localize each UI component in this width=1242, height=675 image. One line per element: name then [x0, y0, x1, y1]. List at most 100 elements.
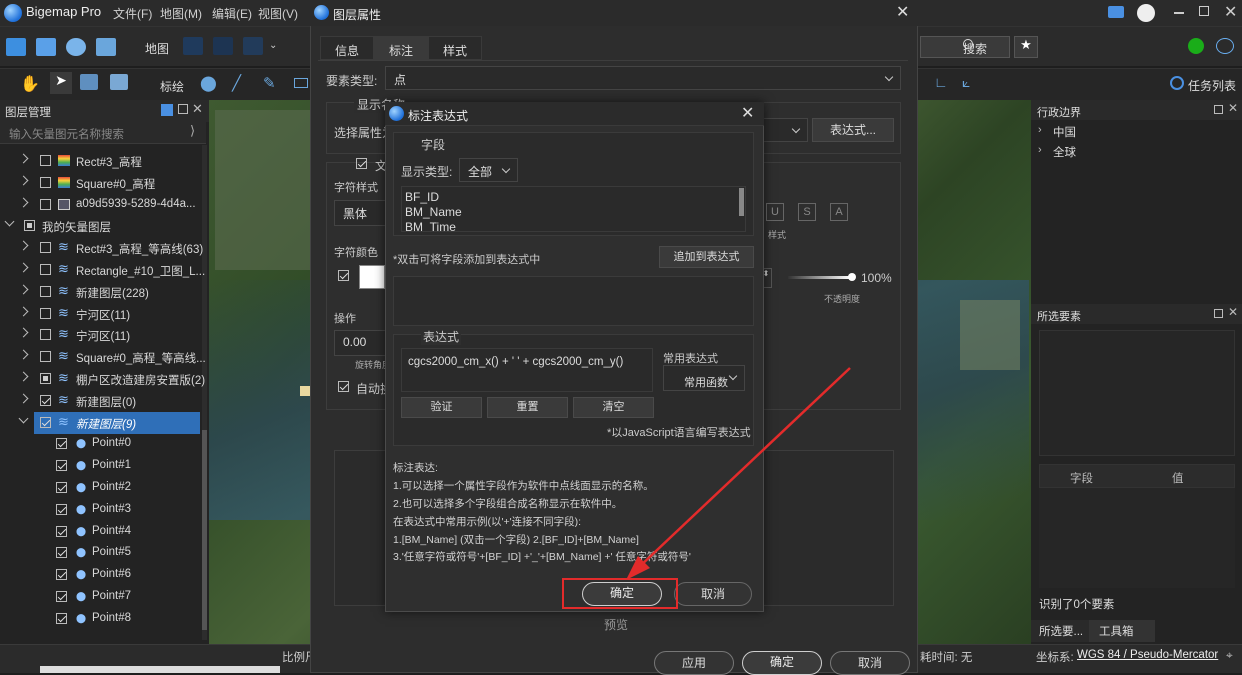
tab-style[interactable]: 样式 [428, 36, 483, 60]
tab-selected-features[interactable]: 所选要... [1031, 620, 1089, 642]
layer-tree-item[interactable]: ≋ 新建图层(9) [18, 412, 200, 434]
menu-view[interactable]: 视图(V) [258, 5, 298, 22]
layer-tree-item[interactable]: ≋ 宁河区(11) [0, 324, 200, 346]
layer-checkbox[interactable] [40, 242, 51, 253]
layer-tree-item[interactable]: ⬤ Point#1 [0, 455, 200, 477]
field-item[interactable]: BF_ID [405, 190, 742, 205]
props-apply-button[interactable]: 应用 [654, 651, 734, 675]
layer-tree-item[interactable]: a09d5939-5289-4d4a... [0, 194, 200, 216]
layer-checkbox[interactable] [56, 526, 67, 537]
layer-checkbox[interactable] [40, 155, 51, 166]
props-ok-button[interactable]: 确定 [742, 651, 822, 675]
map-label[interactable]: 地图 [145, 40, 169, 57]
map-source-icon-2[interactable] [213, 37, 233, 55]
layer-checkbox[interactable] [56, 569, 67, 580]
expression-button[interactable]: 表达式... [812, 118, 894, 142]
attr-select[interactable] [760, 118, 808, 142]
auto-wrap-checkbox[interactable] [338, 381, 349, 392]
draw-label[interactable]: 标绘 [160, 78, 184, 95]
layer-checkbox[interactable] [56, 438, 67, 449]
font-a-icon[interactable]: A [830, 203, 848, 221]
text-checkbox[interactable] [356, 158, 367, 169]
expr-close-icon[interactable]: ✕ [741, 103, 754, 123]
close-panel-icon[interactable]: ✕ [192, 101, 203, 117]
chevron-down-icon[interactable] [4, 216, 15, 227]
layer-checkbox[interactable] [40, 351, 51, 362]
field-item[interactable]: BM_Time [405, 220, 742, 231]
chevron-right-icon[interactable] [18, 197, 29, 208]
layer-tree-item[interactable]: ⬤ Point#5 [0, 542, 200, 564]
tab-label[interactable]: 标注 [374, 36, 429, 60]
settings-gear-icon[interactable] [66, 38, 86, 56]
message-icon[interactable] [1108, 6, 1124, 18]
collapse-arrow-icon[interactable]: ⟩ [190, 123, 195, 139]
field-list-scrollbar[interactable] [739, 188, 744, 216]
display-type-select[interactable]: 全部 [459, 158, 518, 182]
add-to-expression-button[interactable]: 追加到表达式 [659, 246, 754, 268]
layer-checkbox[interactable] [40, 264, 51, 275]
chevron-right-icon[interactable] [18, 306, 29, 317]
image-icon[interactable] [96, 38, 116, 56]
color-swatch[interactable] [359, 265, 385, 289]
hand-pan-icon[interactable]: ✋ [20, 74, 40, 94]
layer-checkbox[interactable] [56, 591, 67, 602]
layer-checkbox[interactable] [24, 220, 35, 231]
layer-checkbox[interactable] [40, 308, 51, 319]
marker-icon[interactable]: ⬤ [200, 74, 217, 92]
layer-tree-item[interactable]: ≋ 棚户区改造建房安置版(2) [0, 368, 205, 390]
chevron-right-icon[interactable] [18, 371, 29, 382]
layer-checkbox[interactable] [40, 177, 51, 188]
line-draw-icon[interactable]: ╱ [232, 74, 241, 92]
panel-scrollbar-thumb[interactable] [202, 430, 207, 630]
admin-item-china[interactable]: 中国 [1053, 124, 1076, 140]
layer-checkbox[interactable] [40, 395, 51, 406]
props-close-icon[interactable]: ✕ [896, 2, 909, 22]
field-item[interactable]: BM_Name [405, 205, 742, 220]
rotation-input[interactable]: 0.00 [334, 330, 386, 356]
layer-tree-item[interactable]: ≋ Rectangle_#10_卫图_L... [0, 259, 205, 281]
layer-checkbox[interactable] [40, 329, 51, 340]
link-icon[interactable] [1216, 38, 1234, 54]
save-icon[interactable] [36, 38, 56, 56]
chevron-right-icon[interactable]: › [1038, 144, 1042, 156]
selected-close-icon[interactable]: ✕ [1228, 305, 1238, 319]
field-list[interactable]: BF_ID BM_Name BM_Time [401, 186, 746, 232]
float-icon[interactable] [178, 104, 188, 114]
chevron-right-icon[interactable] [18, 284, 29, 295]
close-app-icon[interactable]: ✕ [1224, 2, 1237, 22]
font-select[interactable]: 黑体 [334, 200, 386, 226]
props-cancel-button[interactable]: 取消 [830, 651, 910, 675]
layer-tree-item[interactable]: ≋ 新建图层(228) [0, 281, 200, 303]
polygon-select-icon[interactable] [110, 74, 128, 90]
coord-system-link[interactable]: WGS 84 / Pseudo-Mercator [1077, 649, 1218, 661]
layer-tree-item[interactable]: ⬤ Point#0 [0, 433, 200, 455]
reset-button[interactable]: 重置 [487, 397, 568, 418]
layer-checkbox[interactable] [56, 482, 67, 493]
chevron-right-icon[interactable] [18, 393, 29, 404]
layer-checkbox[interactable] [56, 613, 67, 624]
layer-tree-item[interactable]: 我的矢量图层 [0, 215, 200, 237]
tab-info[interactable]: 信息 [320, 36, 375, 60]
layer-checkbox[interactable] [40, 286, 51, 297]
validate-button[interactable]: 验证 [401, 397, 482, 418]
menu-map[interactable]: 地图(M) [160, 5, 202, 22]
layer-checkbox[interactable] [40, 199, 51, 210]
layer-checkbox[interactable] [56, 504, 67, 515]
open-folder-icon[interactable] [6, 38, 26, 56]
layer-tree-item[interactable]: Rect#3_高程 [0, 150, 200, 172]
chevron-right-icon[interactable] [18, 153, 29, 164]
chevron-right-icon[interactable] [18, 262, 29, 273]
rectangle-draw-icon[interactable] [294, 78, 308, 88]
tab-toolbox[interactable]: 工具箱 [1089, 620, 1155, 642]
menu-edit[interactable]: 编辑(E) [212, 5, 252, 22]
screenshot-icon[interactable] [80, 74, 98, 90]
angle-icon[interactable]: ⟀ [962, 74, 970, 91]
layer-tree-item[interactable]: ≋ Rect#3_高程_等高线(63) [0, 237, 203, 259]
layer-tree-item[interactable]: ⬤ Point#3 [0, 499, 200, 521]
avatar[interactable] [1137, 4, 1155, 22]
map-source-icon-3[interactable] [243, 37, 263, 55]
chevron-right-icon[interactable] [18, 327, 29, 338]
layer-tree-item[interactable]: ⬤ Point#7 [0, 586, 200, 608]
underline-icon[interactable]: U [766, 203, 784, 221]
layer-tree-item[interactable]: Square#0_高程 [0, 172, 200, 194]
